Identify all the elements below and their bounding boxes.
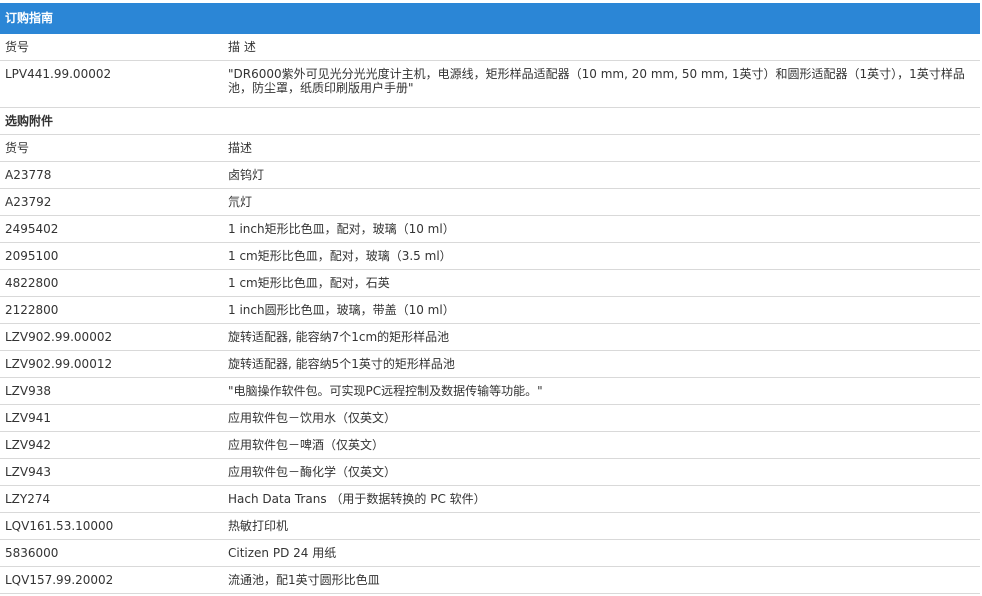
accessory-code: LZV942 [0,431,223,459]
accessory-code: 5836000 [0,539,223,567]
accessory-description: 氘灯 [223,188,980,216]
description-column-header: 描 述 [223,34,980,61]
accessory-row: 2095100 1 cm矩形比色皿，配对，玻璃（3.5 ml） [0,242,980,270]
main-item-code: LPV441.99.00002 [0,60,223,108]
accessory-description: 卤钨灯 [223,161,980,189]
accessory-description: 1 inch矩形比色皿，配对，玻璃（10 ml） [223,215,980,243]
accessory-code: LZV943 [0,458,223,486]
accessory-row: 5836000 Citizen PD 24 用纸 [0,539,980,567]
accessory-description: 应用软件包－酶化学（仅英文） [223,458,980,486]
accessories-section-row: 选购附件 [0,107,980,135]
ordering-guide-banner: 订购指南 [0,3,980,34]
accessory-code: 4822800 [0,269,223,297]
accessories-section-empty [223,107,980,135]
accessory-description: 流通池，配1英寸圆形比色皿 [223,566,980,594]
accessory-code: LZV902.99.00002 [0,323,223,351]
accessory-code: LQV157.99.20002 [0,566,223,594]
accessory-row: LQV161.53.10000 热敏打印机 [0,512,980,540]
accessory-description: 旋转适配器, 能容纳7个1cm的矩形样品池 [223,323,980,351]
accessory-description-column-header: 描述 [223,134,980,162]
accessory-row: LZV943 应用软件包－酶化学（仅英文） [0,458,980,486]
accessory-row: LZY274 Hach Data Trans （用于数据转换的 PC 软件） [0,485,980,513]
accessory-code: LZV902.99.00012 [0,350,223,378]
accessory-description: 应用软件包－饮用水（仅英文） [223,404,980,432]
accessory-description: 热敏打印机 [223,512,980,540]
accessories-section-title: 选购附件 [0,107,223,135]
code-column-header: 货号 [0,34,223,61]
accessory-description: 1 cm矩形比色皿，配对，石英 [223,269,980,297]
accessory-code: A23792 [0,188,223,216]
accessory-code: LZV941 [0,404,223,432]
main-header-row: 货号 描 述 [0,34,980,61]
accessory-code-column-header: 货号 [0,134,223,162]
accessory-code: LZV938 [0,377,223,405]
accessory-description: "电脑操作软件包。可实现PC远程控制及数据传输等功能。" [223,377,980,405]
accessory-row: LZV902.99.00002 旋转适配器, 能容纳7个1cm的矩形样品池 [0,323,980,351]
accessory-description: 1 inch圆形比色皿，玻璃，带盖（10 ml） [223,296,980,324]
accessory-row: LZV941 应用软件包－饮用水（仅英文） [0,404,980,432]
accessory-code: A23778 [0,161,223,189]
accessory-row: A23792 氘灯 [0,188,980,216]
accessory-row: 2122800 1 inch圆形比色皿，玻璃，带盖（10 ml） [0,296,980,324]
accessory-row: LZV902.99.00012 旋转适配器, 能容纳5个1英寸的矩形样品池 [0,350,980,378]
accessory-description: 1 cm矩形比色皿，配对，玻璃（3.5 ml） [223,242,980,270]
accessory-description: 旋转适配器, 能容纳5个1英寸的矩形样品池 [223,350,980,378]
accessory-code: 2095100 [0,242,223,270]
accessory-row: 4822800 1 cm矩形比色皿，配对，石英 [0,269,980,297]
accessory-code: LZY274 [0,485,223,513]
ordering-table: 货号 描 述 LPV441.99.00002 "DR6000紫外可见光分光光度计… [0,34,980,594]
accessory-row: LZV942 应用软件包－啤酒（仅英文） [0,431,980,459]
accessory-code: 2495402 [0,215,223,243]
main-item-row: LPV441.99.00002 "DR6000紫外可见光分光光度计主机，电源线，… [0,60,980,108]
accessory-row: LQV157.99.20002 流通池，配1英寸圆形比色皿 [0,566,980,594]
accessory-description: Citizen PD 24 用纸 [223,539,980,567]
accessory-description: 应用软件包－啤酒（仅英文） [223,431,980,459]
accessory-code: 2122800 [0,296,223,324]
accessory-row: LZV938 "电脑操作软件包。可实现PC远程控制及数据传输等功能。" [0,377,980,405]
accessory-code: LQV161.53.10000 [0,512,223,540]
ordering-guide: 订购指南 货号 描 述 LPV441.99.00002 "DR6000紫外可见光… [0,3,980,594]
accessory-row: A23778 卤钨灯 [0,161,980,189]
accessory-description: Hach Data Trans （用于数据转换的 PC 软件） [223,485,980,513]
accessories-header-row: 货号 描述 [0,134,980,162]
main-item-description: "DR6000紫外可见光分光光度计主机，电源线，矩形样品适配器（10 mm, 2… [223,60,980,108]
accessory-row: 2495402 1 inch矩形比色皿，配对，玻璃（10 ml） [0,215,980,243]
